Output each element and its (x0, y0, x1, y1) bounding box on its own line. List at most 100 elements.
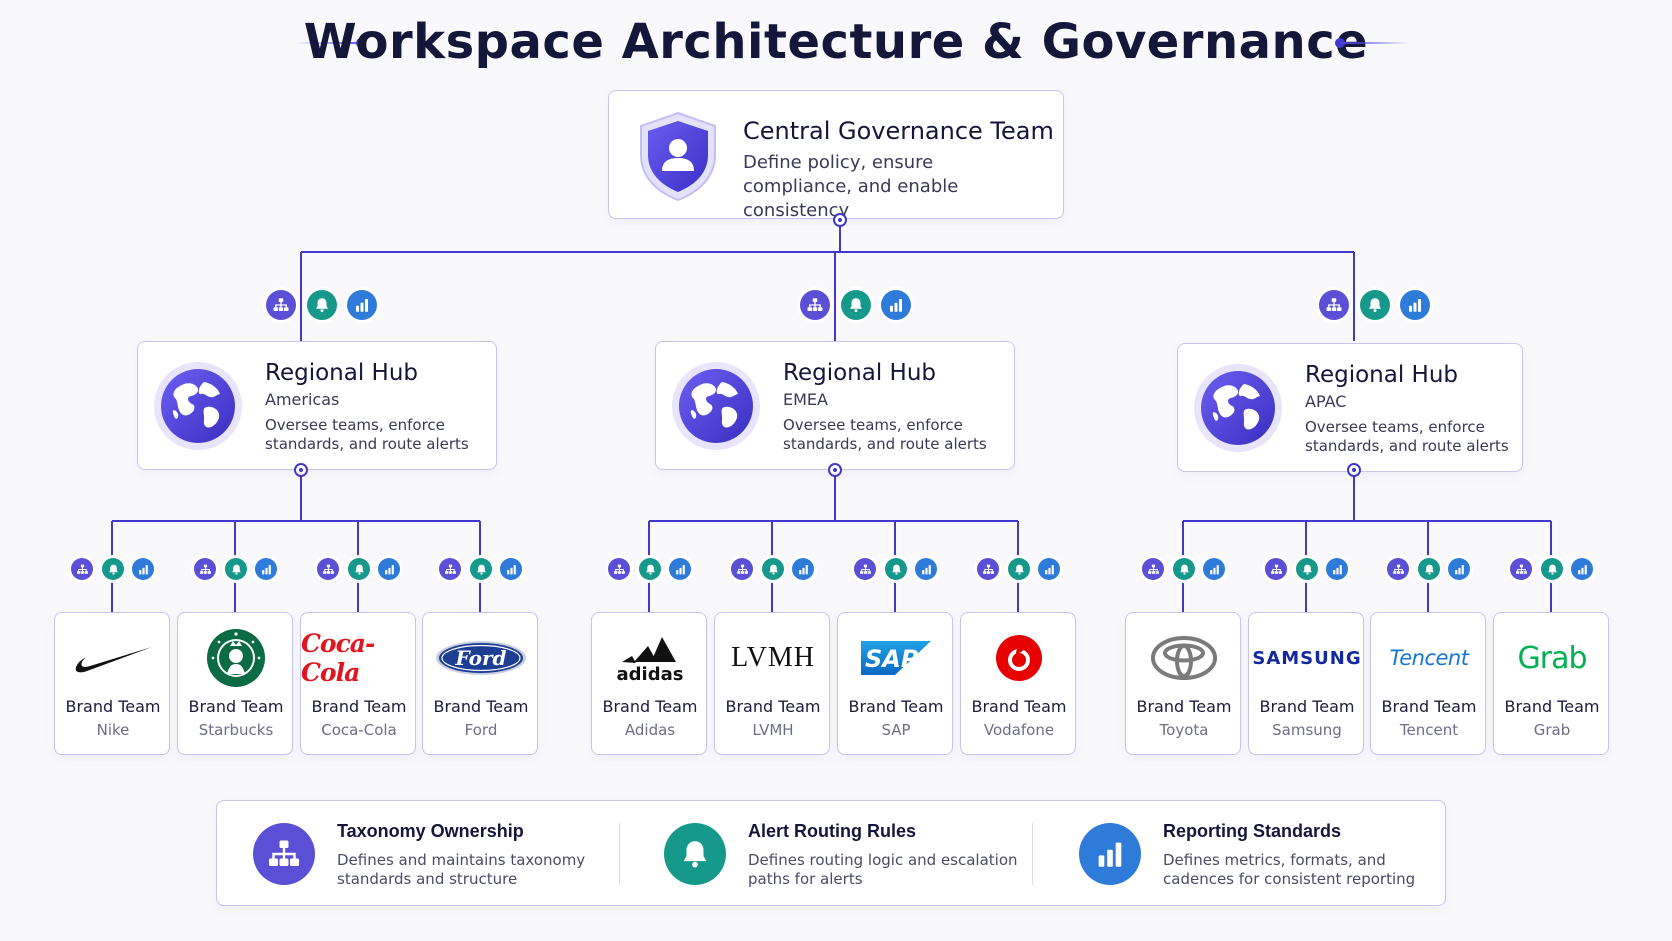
bar-chart-icon (1448, 558, 1470, 580)
logo-text: SAMSUNG (1252, 647, 1362, 669)
adidas-stripes-logo: adidas (592, 623, 708, 693)
hierarchy-icon (266, 290, 296, 320)
bell-icon (762, 558, 784, 580)
bell-icon (664, 823, 726, 885)
hierarchy-icon (71, 558, 93, 580)
legend-divider (619, 823, 620, 885)
legend-divider (1032, 823, 1033, 885)
brand-team-card-samsung[interactable]: SAMSUNG Brand Team Samsung (1248, 612, 1364, 755)
bell-icon (639, 558, 661, 580)
central-governance-card[interactable]: Central Governance Team Define policy, e… (608, 90, 1064, 221)
bell-icon (1296, 558, 1318, 580)
bell-icon (348, 558, 370, 580)
hub-connector-node (294, 463, 308, 477)
bell-icon (1360, 290, 1390, 320)
brand-team-card-nike[interactable]: Brand Team Nike (54, 612, 170, 755)
brand-team-label: Brand Team (848, 697, 944, 716)
legend-title: Taxonomy Ownership (337, 821, 524, 841)
bar-chart-icon (347, 290, 377, 320)
brand-team-label: Brand Team (725, 697, 821, 716)
logo-text: Coca-Cola (301, 629, 375, 687)
bell-icon (1541, 558, 1563, 580)
brand-team-card-vodafone[interactable]: Brand Team Vodafone (960, 612, 1076, 755)
hub-connector-node (828, 463, 842, 477)
brand-name: Adidas (624, 721, 676, 739)
nike-swoosh-logo (55, 623, 171, 693)
toyota-ellipses-logo (1126, 623, 1242, 693)
brand-name: Coca-Cola (321, 721, 397, 739)
bar-chart-icon (1400, 290, 1430, 320)
brand-name: Grab (1533, 721, 1571, 739)
hierarchy-icon (1142, 558, 1164, 580)
grab-wordmark-logo: Grab (1494, 623, 1610, 693)
brand-team-label: Brand Team (188, 697, 284, 716)
bar-chart-icon (881, 290, 911, 320)
regional-hub-card-apac[interactable]: Regional Hub APAC Oversee teams, enforce… (1177, 343, 1523, 472)
brand-team-card-starbucks[interactable]: Brand Team Starbucks (177, 612, 293, 755)
brand-team-card-ford[interactable]: Ford Brand Team Ford (422, 612, 538, 755)
tencent-wordmark-logo: Tencent (1371, 623, 1487, 693)
brand-team-card-grab[interactable]: Grab Brand Team Grab (1493, 612, 1609, 755)
hub-description: Oversee teams, enforce standards, and ro… (783, 416, 987, 453)
hub-title: Regional Hub (265, 360, 419, 386)
brand-team-card-lvmh[interactable]: LVMH Brand Team LVMH (714, 612, 830, 755)
hierarchy-icon (854, 558, 876, 580)
sap-logo: SAP (838, 623, 954, 693)
coca-cola-script-logo: Coca-Cola (301, 623, 417, 693)
hub-title: Regional Hub (1305, 362, 1459, 388)
legend-description: Defines routing logic and escalation pat… (748, 851, 1018, 888)
brand-name: Vodafone (983, 721, 1055, 739)
hub-title: Regional Hub (783, 360, 937, 386)
brand-team-label: Brand Team (311, 697, 407, 716)
starbucks-siren-logo (178, 623, 294, 693)
brand-team-card-coca-cola[interactable]: Coca-Cola Brand Team Coca-Cola (300, 612, 416, 755)
brand-team-label: Brand Team (1381, 697, 1477, 716)
brand-name: Tencent (1399, 721, 1459, 739)
legend-panel: Taxonomy Ownership Defines and maintains… (216, 800, 1446, 906)
regional-hub-card-emea[interactable]: Regional Hub EMEA Oversee teams, enforce… (655, 341, 1015, 470)
bell-icon (1008, 558, 1030, 580)
brand-name: Starbucks (198, 721, 274, 739)
page-title: Workspace Architecture & Governance (303, 14, 1369, 70)
samsung-wordmark-logo: SAMSUNG (1249, 623, 1365, 693)
logo-text: Ford (455, 646, 507, 670)
bar-chart-icon (1571, 558, 1593, 580)
bell-icon (307, 290, 337, 320)
hierarchy-icon (439, 558, 461, 580)
brand-team-label: Brand Team (1259, 697, 1355, 716)
bar-chart-icon (1326, 558, 1348, 580)
logo-text: SAP (865, 645, 919, 673)
hierarchy-icon (194, 558, 216, 580)
hierarchy-icon (731, 558, 753, 580)
bell-icon (885, 558, 907, 580)
vodafone-speechmark-logo (961, 623, 1077, 693)
bar-chart-icon (255, 558, 277, 580)
brand-name: Ford (464, 721, 498, 739)
brand-team-label: Brand Team (1504, 697, 1600, 716)
brand-name: LVMH (752, 721, 794, 739)
brand-team-label: Brand Team (433, 697, 529, 716)
brand-name: Samsung (1272, 721, 1342, 739)
brand-name: Toyota (1159, 721, 1209, 739)
regional-hub-card-americas[interactable]: Regional Hub Americas Oversee teams, enf… (137, 341, 497, 470)
brand-team-card-toyota[interactable]: Brand Team Toyota (1125, 612, 1241, 755)
legend-title: Reporting Standards (1163, 821, 1342, 841)
brand-team-card-sap[interactable]: SAP Brand Team SAP (837, 612, 953, 755)
logo-text: Tencent (1389, 646, 1469, 670)
bar-chart-icon (915, 558, 937, 580)
brand-team-card-adidas[interactable]: adidas Brand Team Adidas (591, 612, 707, 755)
title-decoration-right (1340, 42, 1410, 44)
brand-team-card-tencent[interactable]: Tencent Brand Team Tencent (1370, 612, 1486, 755)
globe-icon (670, 360, 762, 452)
bar-chart-icon (132, 558, 154, 580)
hierarchy-icon (800, 290, 830, 320)
legend-description: Defines metrics, formats, and cadences f… (1163, 851, 1416, 888)
central-connector-node (833, 213, 847, 227)
hierarchy-icon (317, 558, 339, 580)
hierarchy-icon (253, 823, 315, 885)
hierarchy-icon (1265, 558, 1287, 580)
shield-user-icon (640, 111, 716, 202)
hub-region: APAC (1305, 392, 1347, 411)
bell-icon (102, 558, 124, 580)
brand-team-label: Brand Team (971, 697, 1067, 716)
